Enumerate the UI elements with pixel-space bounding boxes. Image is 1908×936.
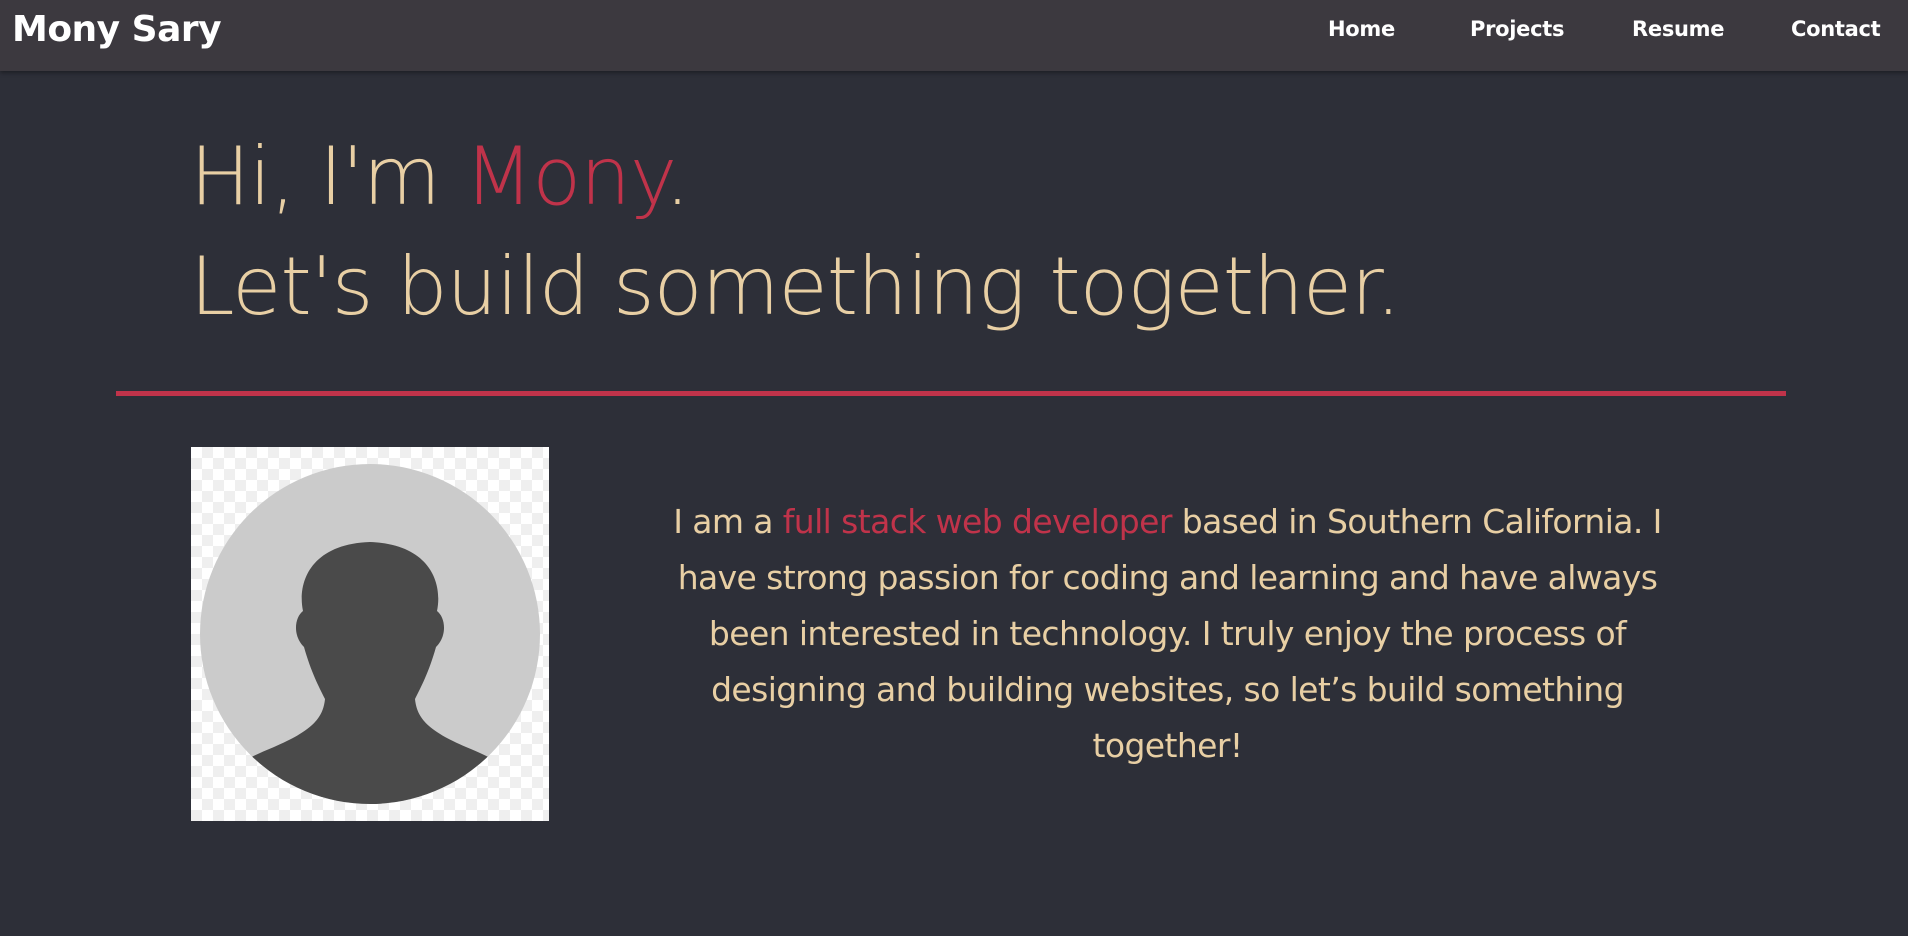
bio-prefix: I am a (673, 502, 783, 541)
avatar (191, 447, 549, 821)
navbar: Mony Sary Home Projects Resume Contact (0, 0, 1908, 71)
person-silhouette-icon (200, 464, 540, 804)
bio-suffix: based in Southern California. I have str… (677, 502, 1663, 765)
bio-text: I am a full stack web developer based in… (640, 494, 1695, 774)
nav-link-resume[interactable]: Resume (1632, 15, 1724, 43)
hero-greeting-suffix: . (664, 130, 690, 223)
nav-link-contact[interactable]: Contact (1791, 15, 1881, 43)
nav-link-home[interactable]: Home (1328, 15, 1395, 43)
section-divider (116, 391, 1786, 396)
nav-link-projects[interactable]: Projects (1470, 15, 1565, 43)
hero-heading: Hi, I'm Mony. Let's build something toge… (190, 122, 1401, 342)
hero-greeting-prefix: Hi, I'm (190, 130, 465, 223)
hero-tagline: Let's build something together. (190, 240, 1401, 333)
bio-highlight: full stack web developer (782, 502, 1173, 541)
hero-greeting: Hi, I'm Mony. (190, 122, 1400, 232)
hero-name: Mony (464, 130, 666, 223)
brand-link[interactable]: Mony Sary (12, 6, 222, 54)
